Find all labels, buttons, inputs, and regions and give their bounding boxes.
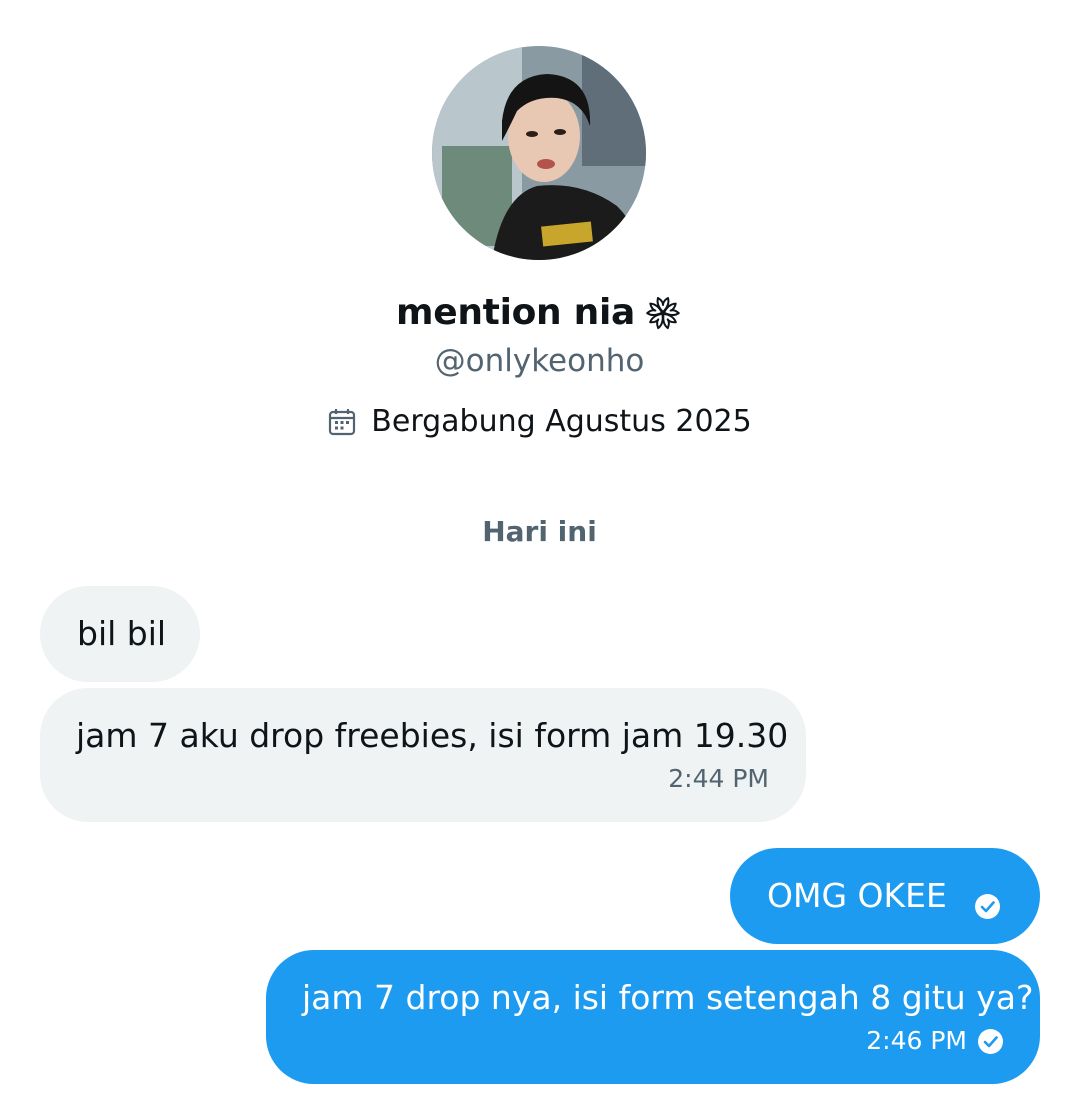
check-circle-icon	[977, 1028, 1004, 1055]
message-bubble-incoming[interactable]: jam 7 aku drop freebies, isi form jam 19…	[40, 688, 806, 822]
check-circle-icon	[974, 889, 1001, 919]
date-divider: Hari ini	[482, 515, 597, 548]
display-name-row: mention nia	[0, 292, 1079, 333]
message-text: jam 7 aku drop freebies, isi form jam 19…	[76, 716, 789, 755]
flower-icon	[643, 293, 683, 333]
joined-date-text: Bergabung Agustus 2025	[371, 404, 752, 439]
profile-handle[interactable]: @onlykeonho	[0, 343, 1079, 379]
message-timestamp: 2:44 PM	[668, 764, 769, 793]
message-meta: 2:44 PM	[76, 764, 769, 794]
message-bubble-outgoing[interactable]: jam 7 drop nya, isi form setengah 8 gitu…	[266, 950, 1040, 1084]
message-text: bil bil	[77, 614, 167, 653]
message-bubble-incoming[interactable]: bil bil	[40, 586, 200, 682]
profile-avatar[interactable]	[432, 46, 646, 260]
avatar-photo	[432, 46, 646, 260]
message-text: jam 7 drop nya, isi form setengah 8 gitu…	[302, 978, 1034, 1017]
message-text: OMG OKEE	[767, 876, 947, 915]
message-bubble-outgoing[interactable]: OMG OKEE	[730, 848, 1040, 944]
dm-conversation-screen: mention nia @onlykeonho Bergabung Agustu…	[0, 0, 1079, 1103]
message-timestamp: 2:46 PM	[866, 1026, 967, 1055]
display-name: mention nia	[396, 292, 635, 333]
joined-date-row: Bergabung Agustus 2025	[0, 404, 1079, 439]
message-meta: 2:46 PM	[302, 1026, 1004, 1056]
calendar-icon	[327, 407, 357, 437]
